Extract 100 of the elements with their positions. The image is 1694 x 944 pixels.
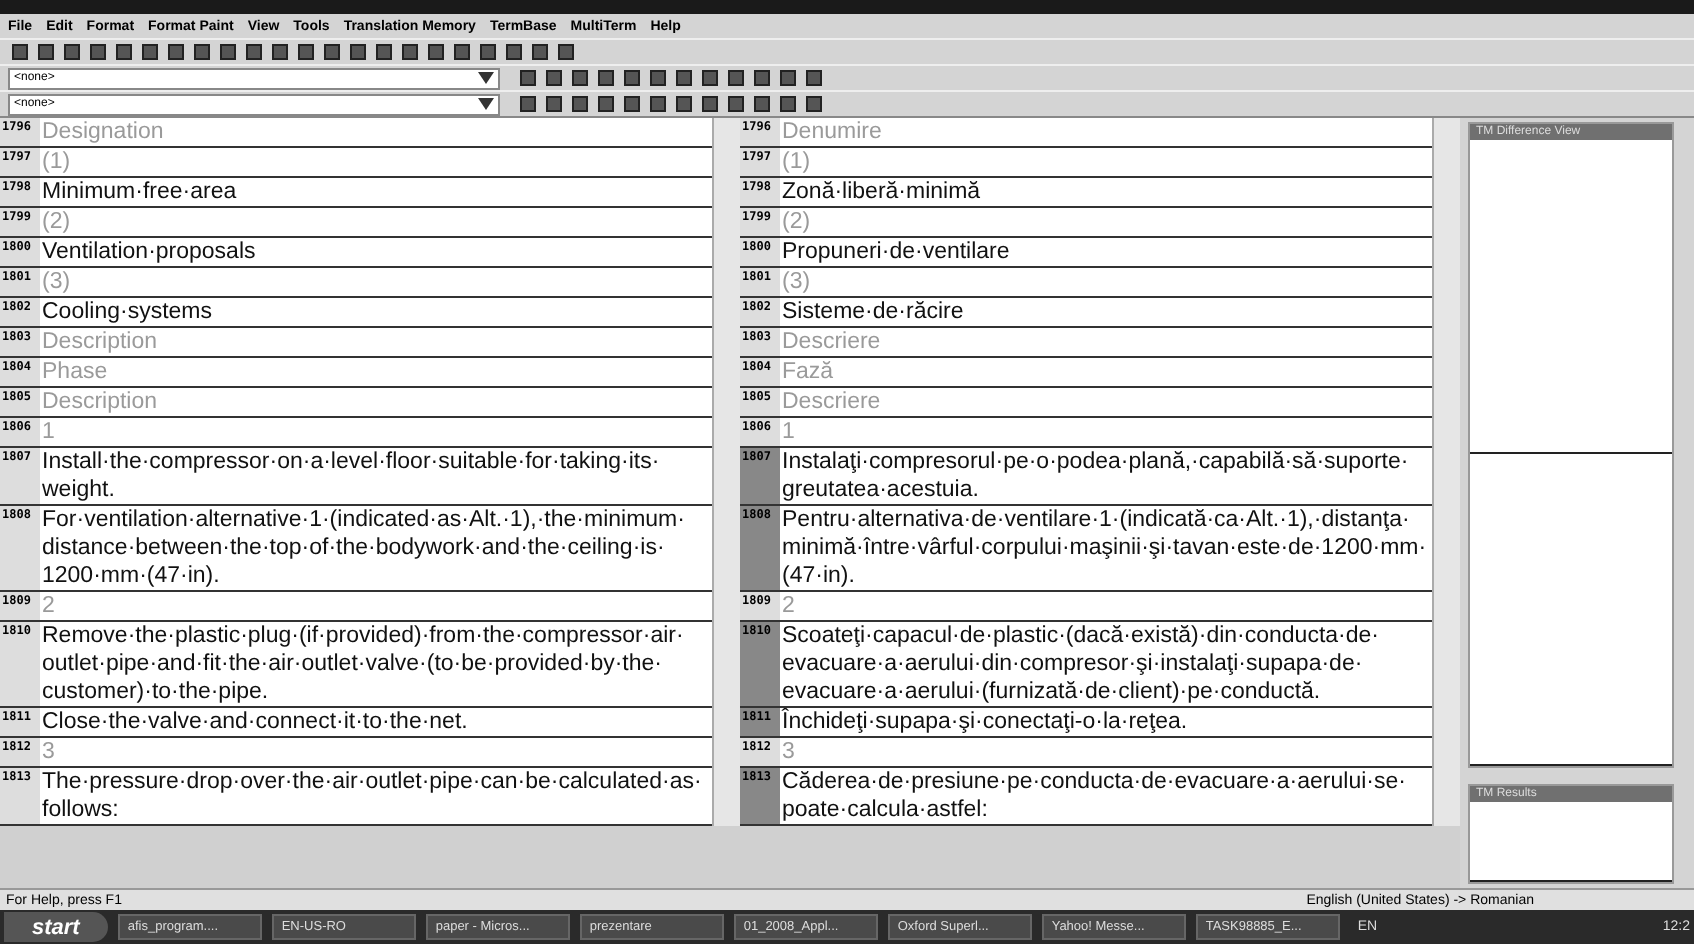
toolbar-button[interactable] (516, 94, 538, 114)
toolbar-button[interactable] (516, 68, 538, 88)
toolbar-button[interactable] (372, 42, 394, 62)
toolbar-button[interactable] (190, 42, 212, 62)
toolbar-button[interactable] (476, 42, 498, 62)
target-segment: Zonă·liberă·minimă (780, 178, 1432, 208)
toolbar-button[interactable] (750, 68, 772, 88)
scrollbar[interactable] (712, 118, 740, 826)
start-button[interactable]: start (4, 912, 108, 942)
square-icon (649, 70, 665, 86)
square-icon (571, 96, 587, 112)
square-icon (37, 44, 53, 60)
toolbar-button[interactable] (724, 68, 746, 88)
target-segment: Căderea·de·presiune·pe·conducta·de·evacuare·a·aerului·se·poate·calcula·astfel: (780, 768, 1432, 826)
toolbar-button[interactable] (8, 42, 30, 62)
source-segment: Description (40, 328, 712, 358)
toolbar-button[interactable] (554, 42, 576, 62)
source-segment: Ventilation·proposals (40, 238, 712, 268)
square-icon (479, 44, 495, 60)
toolbar-button[interactable] (672, 68, 694, 88)
toolbar-button[interactable] (502, 42, 524, 62)
square-icon (63, 44, 79, 60)
square-icon (805, 96, 821, 112)
toolbar-button[interactable] (450, 42, 472, 62)
toolbar-button[interactable] (164, 42, 186, 62)
source-segment: Remove·the·plastic·plug·(if·provided)·from·the·compressor·air·outlet·pipe·and·fit·the·air·outlet·valve·(to·be·provided·by·the·customer)·to·the·pipe. (40, 622, 712, 708)
source-segment: (1) (40, 148, 712, 178)
square-icon (11, 44, 27, 60)
source-segment: Designation (40, 118, 712, 148)
toolbar-button[interactable] (594, 94, 616, 114)
toolbar-button[interactable] (542, 94, 564, 114)
toolbar-button[interactable] (724, 94, 746, 114)
toolbar-button[interactable] (242, 42, 264, 62)
square-icon (349, 44, 365, 60)
square-icon (519, 96, 535, 112)
toolbar-button[interactable] (542, 68, 564, 88)
source-segment: Cooling·systems (40, 298, 712, 328)
target-segment: Sisteme·de·răcire (780, 298, 1432, 328)
toolbar-button[interactable] (424, 42, 446, 62)
square-icon (597, 96, 613, 112)
square-icon (701, 70, 717, 86)
square-icon (167, 44, 183, 60)
square-icon (427, 44, 443, 60)
square-icon (193, 44, 209, 60)
toolbar-button[interactable] (750, 94, 772, 114)
square-icon (675, 70, 691, 86)
toolbar-button[interactable] (60, 42, 82, 62)
toolbar-button[interactable] (620, 68, 642, 88)
toolbar-button[interactable] (802, 68, 824, 88)
toolbar-button[interactable] (398, 42, 420, 62)
target-segment: Denumire (780, 118, 1432, 148)
square-icon (597, 70, 613, 86)
source-segment: 1 (40, 418, 712, 448)
square-icon (753, 70, 769, 86)
toolbar-button[interactable] (528, 42, 550, 62)
toolbar-button[interactable] (86, 42, 108, 62)
toolbar-button[interactable] (672, 94, 694, 114)
toolbar-button[interactable] (34, 42, 56, 62)
toolbar-button[interactable] (138, 42, 160, 62)
target-segment: (1) (780, 148, 1432, 178)
scrollbar[interactable] (1432, 118, 1460, 826)
square-icon (401, 44, 417, 60)
target-segment: Pentru·alternativa·de·ventilare·1·(indicată·ca·Alt.·1),·distanţa·minimă·între·vârful·corpului·maşinii·şi·tavan·este·de·1200·mm·(47·in). (780, 506, 1432, 592)
toolbar-button[interactable] (112, 42, 134, 62)
toolbar-button[interactable] (646, 68, 668, 88)
square-icon (531, 44, 547, 60)
target-segment: Instalaţi·compresorul·pe·o·podea·plană,·capabilă·să·suporte·greutatea·acestuia. (780, 448, 1432, 506)
toolbar-button[interactable] (320, 42, 342, 62)
toolbar-button[interactable] (594, 68, 616, 88)
square-icon (453, 44, 469, 60)
target-segment: Scoateţi·capacul·de·plastic·(dacă·există)·din·conducta·de·evacuare·a·aerului·din·compresor·şi·instalaţi·supapa·de·evacuare·a·aerului·(furnizată·de·client)·pe·conductă. (780, 622, 1432, 708)
toolbar-button[interactable] (776, 68, 798, 88)
source-segment: 3 (40, 738, 712, 768)
toolbar-button[interactable] (568, 94, 590, 114)
toolbar-button[interactable] (346, 42, 368, 62)
source-segment: 2 (40, 592, 712, 622)
toolbar-button[interactable] (620, 94, 642, 114)
source-segment: Phase (40, 358, 712, 388)
square-icon (571, 70, 587, 86)
toolbar-button[interactable] (268, 42, 290, 62)
source-segment: For·ventilation·alternative·1·(indicated·as·Alt.·1),·the·minimum·distance·between·the·top·of·the·bodywork·and·the·ceiling·is·1200·mm·(47·in). (40, 506, 712, 592)
toolbar-button[interactable] (568, 68, 590, 88)
square-icon (115, 44, 131, 60)
toolbar-button[interactable] (216, 42, 238, 62)
square-icon (753, 96, 769, 112)
toolbar-button[interactable] (698, 68, 720, 88)
target-segment: Fază (780, 358, 1432, 388)
square-icon (141, 44, 157, 60)
square-icon (727, 96, 743, 112)
toolbar-button[interactable] (294, 42, 316, 62)
toolbar-button[interactable] (646, 94, 668, 114)
source-segment: (3) (40, 268, 712, 298)
square-icon (727, 70, 743, 86)
toolbar-button[interactable] (698, 94, 720, 114)
square-icon (89, 44, 105, 60)
square-icon (557, 44, 573, 60)
target-segment: Descriere (780, 328, 1432, 358)
toolbar-button[interactable] (802, 94, 824, 114)
toolbar-button[interactable] (776, 94, 798, 114)
target-segment: (2) (780, 208, 1432, 238)
